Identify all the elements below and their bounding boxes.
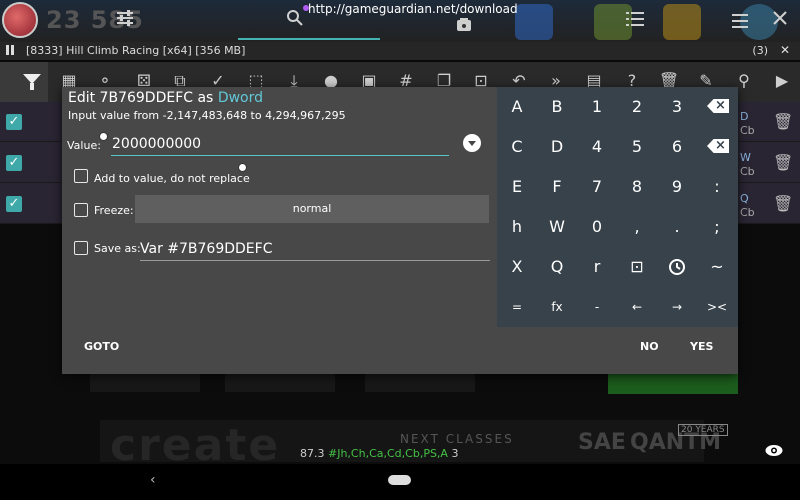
result-type: Q xyxy=(740,192,749,205)
result-type: W xyxy=(740,151,751,164)
pause-icon[interactable] xyxy=(6,45,16,55)
saved-list-tab-icon[interactable] xyxy=(456,16,472,37)
game-button xyxy=(225,372,335,392)
delete-row-icon[interactable]: 🗑 xyxy=(773,194,793,213)
delete-row-icon[interactable]: 🗑 xyxy=(773,153,793,172)
result-region: Cb xyxy=(740,165,755,178)
game-button xyxy=(365,372,475,392)
address-info: 87.3 #Jh,Ch,Ca,Cd,Cb,PS,A 3 xyxy=(300,447,459,460)
collapse-keypad-icon[interactable]: >< xyxy=(697,287,737,327)
help-dot-icon[interactable] xyxy=(99,132,108,141)
status-close-icon[interactable]: ✕ xyxy=(780,43,790,57)
result-checkbox[interactable]: ✓ xyxy=(6,114,22,130)
player-avatar-icon xyxy=(2,2,38,38)
process-status-bar: [8333] Hill Climb Racing [x64] [356 MB] … xyxy=(0,42,800,60)
add-to-value-checkbox[interactable] xyxy=(74,169,88,183)
key-q[interactable]: Q xyxy=(537,247,577,287)
key-f[interactable]: F xyxy=(537,167,577,207)
play-icon[interactable]: ▶ xyxy=(771,71,793,90)
result-region: Cb xyxy=(740,124,755,137)
active-tab-indicator xyxy=(238,38,380,40)
key-r[interactable]: r xyxy=(577,247,617,287)
range-hint: Input value from -2,147,483,648 to 4,294… xyxy=(68,109,346,122)
key-4[interactable]: 4 xyxy=(577,127,617,167)
download-url[interactable]: http://gameguardian.net/download xyxy=(308,2,518,16)
sliders-icon[interactable] xyxy=(116,9,134,32)
key-2[interactable]: 2 xyxy=(617,87,657,127)
goto-button[interactable]: GOTO xyxy=(84,340,119,353)
function-key-icon[interactable]: fx xyxy=(537,287,577,327)
key-period[interactable]: . xyxy=(657,207,697,247)
clear-key-icon[interactable] xyxy=(697,127,737,167)
process-name[interactable]: [8333] Hill Climb Racing [x64] [356 MB] xyxy=(26,44,245,57)
key-9[interactable]: 9 xyxy=(657,167,697,207)
dialog-title: Edit 7B769DDEFC as Dword xyxy=(68,90,264,106)
key-7[interactable]: 7 xyxy=(577,167,617,207)
menu-icon[interactable] xyxy=(732,12,748,33)
edit-value-dialog: Edit 7B769DDEFC as Dword Input value fro… xyxy=(62,87,738,374)
key-d[interactable]: D xyxy=(537,127,577,167)
key-comma[interactable]: , xyxy=(617,207,657,247)
key-equals[interactable]: = xyxy=(497,287,537,327)
freeze-checkbox[interactable] xyxy=(74,203,88,217)
home-pill-icon[interactable] xyxy=(388,475,411,485)
ad-brand-sae: SAE xyxy=(578,430,626,455)
yes-button[interactable]: YES xyxy=(690,340,713,353)
back-icon[interactable]: ‹ xyxy=(150,472,156,488)
key-b[interactable]: B xyxy=(537,87,577,127)
key-colon[interactable]: : xyxy=(697,167,737,207)
game-start-button xyxy=(608,372,738,394)
value-label: Value: xyxy=(67,139,101,152)
history-key-icon[interactable] xyxy=(657,247,697,287)
key-semicolon[interactable]: ; xyxy=(697,207,737,247)
freeze-label[interactable]: Freeze: xyxy=(94,204,134,217)
key-x[interactable]: X xyxy=(497,247,537,287)
save-name-input[interactable] xyxy=(140,237,490,261)
key-h[interactable]: h xyxy=(497,207,537,247)
key-1[interactable]: 1 xyxy=(577,87,617,127)
game-button xyxy=(90,372,200,392)
key-5[interactable]: 5 xyxy=(617,127,657,167)
screen: 23 585 http://gameguardian.net/download … xyxy=(0,0,800,500)
result-region: Cb xyxy=(740,206,755,219)
cursor-left-icon[interactable]: ← xyxy=(617,287,657,327)
eye-icon[interactable] xyxy=(765,444,783,457)
key-6[interactable]: 6 xyxy=(657,127,697,167)
save-as-label[interactable]: Save as: xyxy=(94,242,141,255)
select-range-key-icon[interactable]: ⊡ xyxy=(617,247,657,287)
key-tilde[interactable]: ~ xyxy=(697,247,737,287)
help-dot-icon[interactable] xyxy=(238,163,247,172)
key-w[interactable]: W xyxy=(537,207,577,247)
key-8[interactable]: 8 xyxy=(617,167,657,207)
backspace-key-icon[interactable] xyxy=(697,87,737,127)
key-a[interactable]: A xyxy=(497,87,537,127)
key-0[interactable]: 0 xyxy=(577,207,617,247)
save-as-checkbox[interactable] xyxy=(74,241,88,255)
result-checkbox[interactable]: ✓ xyxy=(6,155,22,171)
trophy-icon xyxy=(663,4,701,40)
key-c[interactable]: C xyxy=(497,127,537,167)
close-icon[interactable] xyxy=(772,10,788,31)
result-type: D xyxy=(740,110,749,123)
hex-keypad: A B 1 2 3 C D 4 5 6 E F 7 8 9 : h W 0 , … xyxy=(497,87,738,327)
key-e[interactable]: E xyxy=(497,167,537,207)
ad-badge: 20 YEARS xyxy=(678,424,728,436)
cursor-right-icon[interactable]: → xyxy=(657,287,697,327)
key-minus[interactable]: - xyxy=(577,287,617,327)
no-button[interactable]: NO xyxy=(640,340,659,353)
key-3[interactable]: 3 xyxy=(657,87,697,127)
freeze-mode-select[interactable]: normal xyxy=(135,195,489,223)
value-history-dropdown-icon[interactable] xyxy=(463,134,481,152)
search-tab-icon[interactable] xyxy=(286,9,304,32)
ad-next-classes: NEXT CLASSES xyxy=(400,432,514,446)
add-to-value-label[interactable]: Add to value, do not replace xyxy=(94,172,250,185)
result-count: (3) xyxy=(752,44,768,57)
upgrade-icon xyxy=(515,4,553,40)
result-checkbox[interactable]: ✓ xyxy=(6,196,22,212)
delete-row-icon[interactable]: 🗑 xyxy=(773,112,793,131)
filter-button[interactable] xyxy=(0,62,48,102)
value-input[interactable] xyxy=(111,132,449,156)
value-type[interactable]: Dword xyxy=(218,90,263,106)
list-tab-icon[interactable] xyxy=(626,11,644,32)
